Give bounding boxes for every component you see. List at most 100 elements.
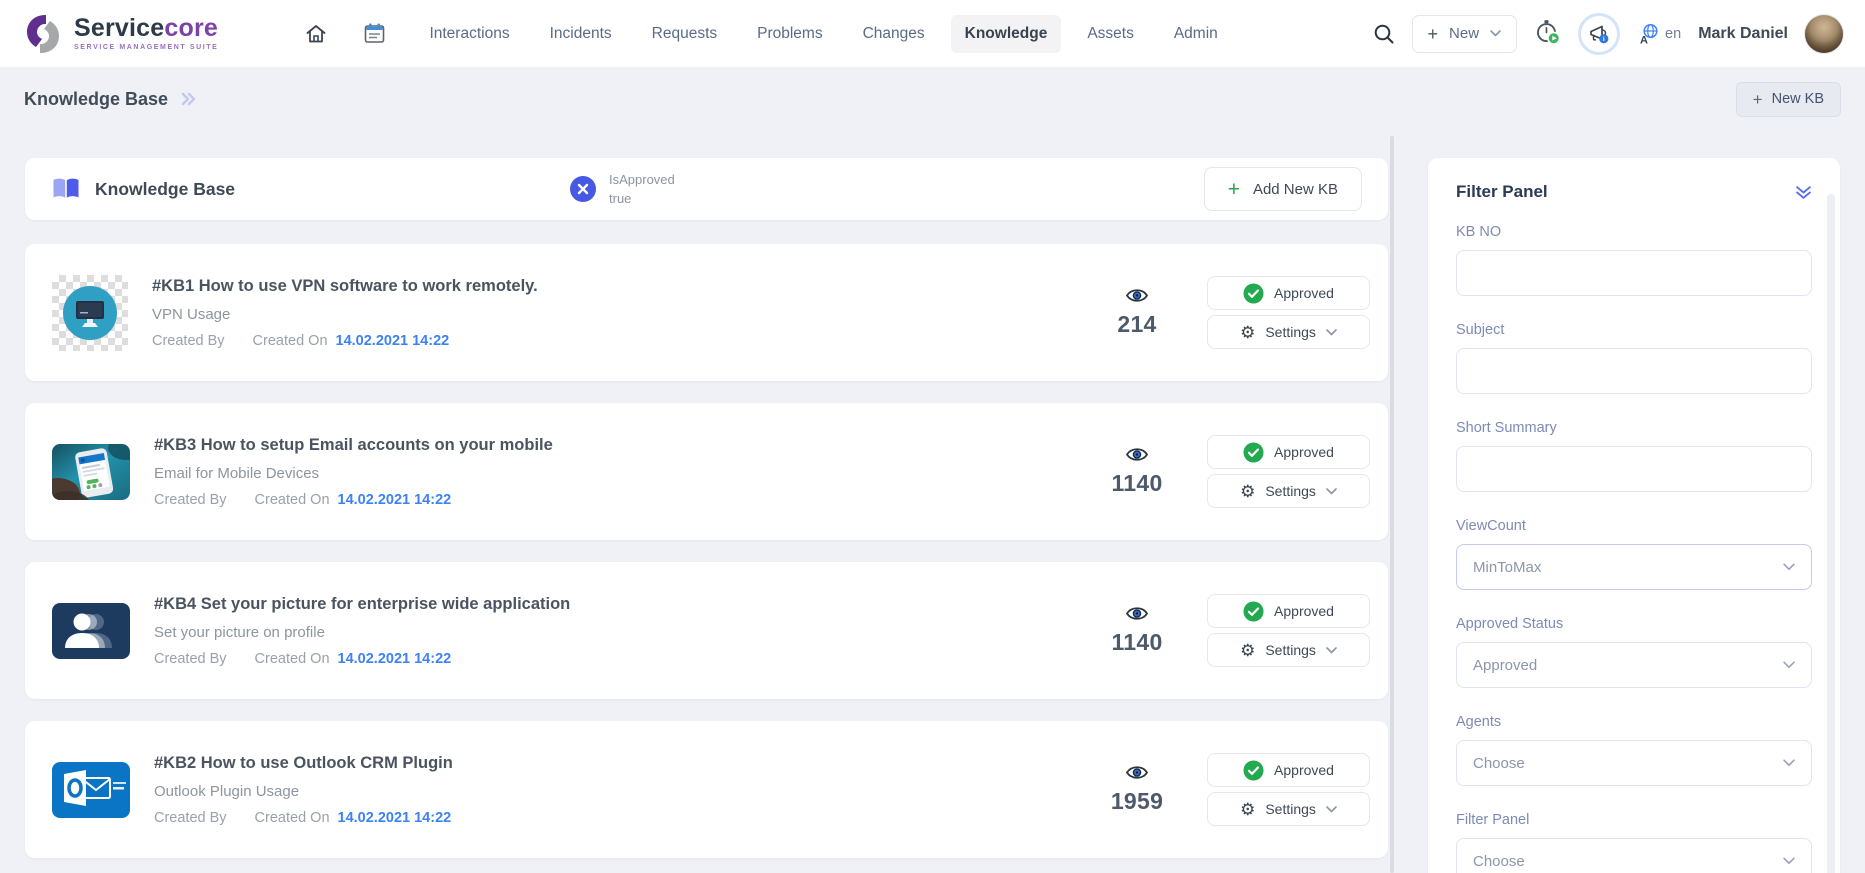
check-circle-icon [1243, 760, 1264, 781]
kb-title[interactable]: #KB2 How to use Outlook CRM Plugin [154, 754, 1101, 773]
nav-item-knowledge[interactable]: Knowledge [951, 15, 1062, 53]
nav-item-changes[interactable]: Changes [849, 15, 939, 53]
kb-list-area: Knowledge Base IsApproved true + Add New… [25, 158, 1388, 873]
section-title: Knowledge Base [95, 179, 235, 200]
kb-thumbnail-vpn-monitor[interactable] [52, 275, 128, 351]
content-scrollbar[interactable] [1390, 136, 1394, 873]
translate-icon: A [1637, 23, 1661, 45]
chevron-down-icon [1326, 647, 1337, 654]
filter-chip-label: IsApproved [609, 172, 675, 187]
created-on-label: Created On [253, 333, 328, 349]
nav-item-incidents[interactable]: Incidents [536, 15, 626, 53]
nav-item-problems[interactable]: Problems [743, 15, 836, 53]
kb-title[interactable]: #KB4 Set your picture for enterprise wid… [154, 595, 1101, 614]
created-on-date: 14.02.2021 14:22 [338, 651, 452, 667]
home-icon[interactable] [304, 22, 328, 46]
kb-subtitle: Outlook Plugin Usage [154, 783, 1101, 800]
kb-subtitle: VPN Usage [152, 306, 1101, 323]
gear-icon: ⚙ [1240, 642, 1255, 659]
chevron-down-icon [1783, 857, 1795, 865]
eye-icon [1125, 287, 1149, 304]
approved-status-button[interactable]: Approved [1207, 753, 1370, 787]
settings-dropdown-button[interactable]: ⚙ Settings [1207, 474, 1370, 508]
gear-icon: ⚙ [1240, 801, 1255, 818]
approved-status-select[interactable]: Approved [1456, 642, 1812, 688]
settings-dropdown-button[interactable]: ⚙ Settings [1207, 792, 1370, 826]
active-filter-chip: IsApproved true [570, 170, 675, 209]
created-on-label: Created On [255, 810, 330, 826]
kb-thumbnail-outlook-mobile-photo[interactable] [52, 444, 130, 500]
kb-no-input[interactable] [1456, 250, 1812, 296]
plus-icon: + [1228, 179, 1240, 200]
gear-icon: ⚙ [1240, 324, 1255, 341]
kb-no-label: KB NO [1456, 224, 1812, 240]
viewcount-select[interactable]: MinToMax [1456, 544, 1812, 590]
kb-card: #KB2 How to use Outlook CRM Plugin Outlo… [25, 721, 1388, 858]
kb-thumbnail-outlook-logo[interactable] [52, 762, 130, 818]
view-count: 1959 [1111, 788, 1163, 815]
book-icon [51, 177, 81, 201]
created-on-date: 14.02.2021 14:22 [338, 492, 452, 508]
language-code: en [1665, 26, 1681, 42]
filter-panel: Filter Panel KB NO Subject Short Summary… [1428, 158, 1840, 873]
new-button[interactable]: + New [1412, 15, 1518, 53]
user-name[interactable]: Mark Daniel [1698, 25, 1788, 43]
view-count: 214 [1117, 311, 1156, 338]
breadcrumb-row: Knowledge Base + New KB [0, 68, 1865, 130]
check-circle-icon [1243, 283, 1264, 304]
app-window: Servicecore SERVICE MANAGEMENT SUITE Int… [0, 0, 1865, 873]
calendar-icon[interactable] [362, 21, 387, 46]
eye-icon [1125, 764, 1149, 781]
subject-input[interactable] [1456, 348, 1812, 394]
approved-status-button[interactable]: Approved [1207, 435, 1370, 469]
viewcount-label: ViewCount [1456, 518, 1812, 534]
close-circle-icon[interactable] [570, 176, 596, 202]
chevron-down-icon [1326, 488, 1337, 495]
short-summary-input[interactable] [1456, 446, 1812, 492]
filter-panel-scrollbar[interactable] [1827, 194, 1835, 873]
settings-dropdown-button[interactable]: ⚙ Settings [1207, 315, 1370, 349]
kb-title[interactable]: #KB1 How to use VPN software to work rem… [152, 277, 1101, 296]
top-navbar: Servicecore SERVICE MANAGEMENT SUITE Int… [0, 0, 1865, 68]
new-kb-button[interactable]: + New KB [1736, 82, 1841, 117]
filter-panel-title: Filter Panel [1456, 182, 1548, 202]
announcements-button[interactable]: i [1578, 13, 1620, 55]
filter-panel-select[interactable]: Choose [1456, 838, 1812, 873]
agents-select[interactable]: Choose [1456, 740, 1812, 786]
view-count: 1140 [1111, 629, 1162, 656]
approved-status-button[interactable]: Approved [1207, 594, 1370, 628]
stopwatch-icon[interactable] [1534, 18, 1561, 50]
search-icon[interactable] [1373, 23, 1395, 45]
settings-dropdown-button[interactable]: ⚙ Settings [1207, 633, 1370, 667]
double-chevron-down-icon [1795, 185, 1812, 200]
brand-name: Servicecore [74, 16, 218, 41]
chevron-down-icon [1326, 329, 1337, 336]
created-on-label: Created On [255, 651, 330, 667]
nav-item-interactions[interactable]: Interactions [415, 15, 523, 53]
svg-text:A: A [1640, 34, 1648, 45]
kb-title[interactable]: #KB3 How to setup Email accounts on your… [154, 436, 1101, 455]
nav-item-admin[interactable]: Admin [1160, 15, 1232, 53]
kb-card: #KB4 Set your picture for enterprise wid… [25, 562, 1388, 699]
nav-item-requests[interactable]: Requests [638, 15, 731, 53]
kb-thumbnail-people-silhouettes[interactable] [52, 603, 130, 659]
chevron-down-icon [1783, 563, 1795, 571]
brand-logo[interactable]: Servicecore SERVICE MANAGEMENT SUITE [22, 13, 218, 55]
collapse-panel-button[interactable] [1795, 185, 1812, 200]
filter-chip-value: true [609, 191, 631, 206]
kb-subtitle: Set your picture on profile [154, 624, 1101, 641]
created-by-label: Created By [152, 333, 225, 349]
servicecore-logo-icon [22, 13, 64, 55]
avatar[interactable] [1805, 15, 1843, 53]
nav-item-assets[interactable]: Assets [1073, 15, 1148, 53]
check-circle-icon [1243, 442, 1264, 463]
gear-icon: ⚙ [1240, 483, 1255, 500]
topbar-right: + New i A en Mark Daniel [1373, 13, 1843, 55]
approved-status-button[interactable]: Approved [1207, 276, 1370, 310]
plus-icon: + [1428, 25, 1439, 43]
kb-subtitle: Email for Mobile Devices [154, 465, 1101, 482]
language-selector[interactable]: A en [1637, 23, 1681, 45]
subject-label: Subject [1456, 322, 1812, 338]
add-new-kb-button[interactable]: + Add New KB [1204, 167, 1362, 211]
main-area: Knowledge Base IsApproved true + Add New… [0, 130, 1865, 873]
